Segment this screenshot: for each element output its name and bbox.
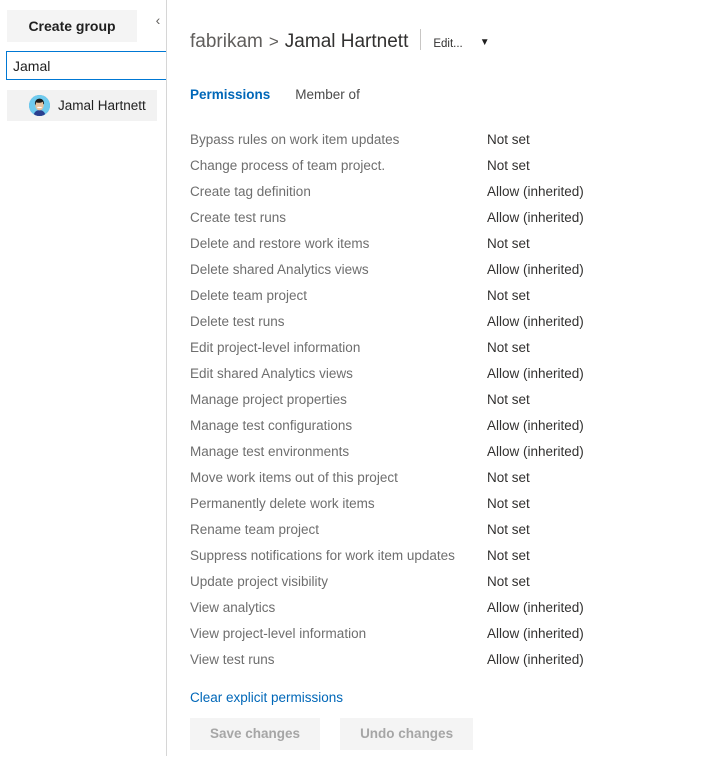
permission-value[interactable]: Allow (inherited) — [487, 647, 584, 673]
chevron-left-icon[interactable]: ‹ — [150, 9, 166, 31]
clear-explicit-permissions-link[interactable]: Clear explicit permissions — [190, 690, 343, 705]
table-row[interactable]: Move work items out of this project Not s… — [190, 465, 670, 491]
permission-name: Create tag definition — [190, 184, 311, 199]
member-results-list: Jamal Hartnett — [7, 90, 157, 121]
permission-name: View test runs — [190, 652, 275, 667]
permission-name: View analytics — [190, 600, 276, 615]
permission-value[interactable]: Not set — [487, 335, 530, 361]
main-pane: fabrikam > Jamal Hartnett Edit... ▼ Perm… — [167, 0, 724, 761]
create-group-button[interactable]: Create group — [7, 10, 137, 42]
permission-name: Update project visibility — [190, 574, 329, 589]
permission-value[interactable]: Not set — [487, 231, 530, 257]
permission-value[interactable]: Allow (inherited) — [487, 439, 584, 465]
table-row[interactable]: Delete team project Not set — [190, 283, 670, 309]
breadcrumb-separator: > — [268, 32, 279, 51]
permission-value[interactable]: Not set — [487, 283, 530, 309]
search-field-wrapper[interactable] — [6, 51, 167, 80]
permission-value[interactable]: Not set — [487, 517, 530, 543]
table-row[interactable]: Permanently delete work items Not set — [190, 491, 670, 517]
permission-value[interactable]: Not set — [487, 387, 530, 413]
permission-value[interactable]: Not set — [487, 127, 530, 153]
list-item[interactable]: Jamal Hartnett — [7, 90, 157, 121]
permission-value[interactable]: Not set — [487, 569, 530, 595]
table-row[interactable]: Delete test runs Allow (inherited) — [190, 309, 670, 335]
permission-value[interactable]: Allow (inherited) — [487, 361, 584, 387]
permission-value[interactable]: Allow (inherited) — [487, 595, 584, 621]
table-row[interactable]: Create test runs Allow (inherited) — [190, 205, 670, 231]
table-row[interactable]: Create tag definition Allow (inherited) — [190, 179, 670, 205]
permission-name: Move work items out of this project — [190, 470, 398, 485]
edit-button[interactable]: Edit... — [433, 38, 462, 50]
save-changes-button[interactable]: Save changes — [190, 718, 321, 750]
tab-permissions[interactable]: Permissions — [190, 87, 270, 102]
permission-name: Edit project-level information — [190, 340, 361, 355]
permissions-table: Bypass rules on work item updates Not set… — [190, 127, 670, 673]
table-row[interactable]: Rename team project Not set — [190, 517, 670, 543]
permission-name: Change process of team project. — [190, 158, 386, 173]
tab-bar: Permissions Member of — [190, 87, 360, 102]
table-row[interactable]: Change process of team project. Not set — [190, 153, 670, 179]
table-row[interactable]: View project-level information Allow (inh… — [190, 621, 670, 647]
permission-value[interactable]: Allow (inherited) — [487, 621, 584, 647]
table-row[interactable]: Delete shared Analytics views Allow (inhe… — [190, 257, 670, 283]
permission-name: Create test runs — [190, 210, 287, 225]
table-row[interactable]: Delete and restore work items Not set — [190, 231, 670, 257]
action-button-group: Save changes Undo changes — [190, 718, 474, 750]
permission-name: Manage test configurations — [190, 418, 353, 433]
permission-value[interactable]: Allow (inherited) — [487, 309, 584, 335]
permission-value[interactable]: Allow (inherited) — [487, 413, 584, 439]
identity-picker-sidebar: Create group ‹ Jamal Hartnett — [0, 0, 167, 761]
table-row[interactable]: Update project visibility Not set — [190, 569, 670, 595]
permission-name: Delete test runs — [190, 314, 285, 329]
permission-name: Edit shared Analytics views — [190, 366, 353, 381]
table-row[interactable]: Suppress notifications for work item upd… — [190, 543, 670, 569]
table-row[interactable]: View test runs Allow (inherited) — [190, 647, 670, 673]
breadcrumb-org[interactable]: fabrikam — [190, 31, 263, 53]
table-row[interactable]: View analytics Allow (inherited) — [190, 595, 670, 621]
tab-member-of[interactable]: Member of — [295, 87, 360, 102]
permission-name: Bypass rules on work item updates — [190, 132, 400, 147]
permission-value[interactable]: Not set — [487, 153, 530, 179]
table-row[interactable]: Edit shared Analytics views Allow (inheri… — [190, 361, 670, 387]
permission-value[interactable]: Allow (inherited) — [487, 257, 584, 283]
permission-name: Permanently delete work items — [190, 496, 375, 511]
permission-name: Delete shared Analytics views — [190, 262, 369, 277]
permission-name: Manage test environments — [190, 444, 350, 459]
permission-name: View project-level information — [190, 626, 367, 641]
undo-changes-button[interactable]: Undo changes — [340, 718, 474, 750]
chevron-down-icon[interactable]: ▼ — [480, 37, 490, 48]
table-row[interactable]: Edit project-level information Not set — [190, 335, 670, 361]
table-row[interactable]: Manage test configurations Allow (inherit… — [190, 413, 670, 439]
breadcrumb: fabrikam > Jamal Hartnett Edit... ▼ — [190, 26, 490, 53]
table-row[interactable]: Bypass rules on work item updates Not set — [190, 127, 670, 153]
permission-value[interactable]: Not set — [487, 543, 530, 569]
avatar — [29, 95, 50, 116]
permission-name: Suppress notifications for work item upd… — [190, 548, 455, 563]
permission-value[interactable]: Not set — [487, 491, 530, 517]
breadcrumb-divider — [420, 29, 422, 50]
permission-name: Delete and restore work items — [190, 236, 370, 251]
list-item-label: Jamal Hartnett — [58, 98, 146, 113]
permission-name: Rename team project — [190, 522, 320, 537]
table-row[interactable]: Manage project properties Not set — [190, 387, 670, 413]
table-row[interactable]: Manage test environments Allow (inherited… — [190, 439, 670, 465]
page-title: Jamal Hartnett — [284, 31, 409, 52]
permission-name: Delete team project — [190, 288, 308, 303]
search-input[interactable] — [7, 52, 166, 79]
permission-value[interactable]: Not set — [487, 465, 530, 491]
permission-value[interactable]: Allow (inherited) — [487, 179, 584, 205]
permission-name: Manage project properties — [190, 392, 347, 407]
permission-value[interactable]: Allow (inherited) — [487, 205, 584, 231]
